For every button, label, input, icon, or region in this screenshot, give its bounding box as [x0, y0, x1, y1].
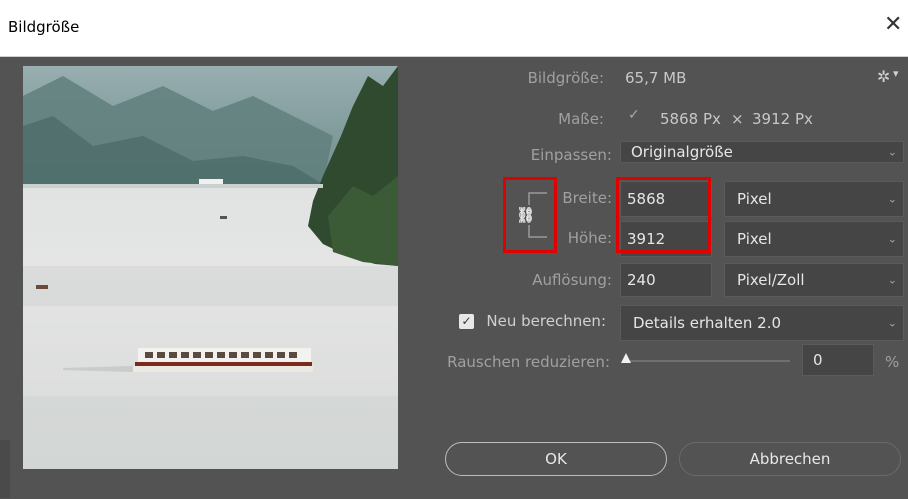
resolution-unit-select[interactable]: Pixel/Zoll ⌄: [724, 263, 904, 297]
ok-button[interactable]: OK: [445, 442, 667, 476]
noise-slider-track[interactable]: [622, 360, 790, 362]
resample-method-value: Details erhalten 2.0: [633, 314, 782, 332]
chevron-down-icon: ⌄: [887, 316, 897, 330]
resample-method-select[interactable]: Details erhalten 2.0 ⌄: [620, 305, 904, 341]
image-size-dialog: Bildgröße: 65,7 MB ✲ ▾ Maße: ✓ 5868 Px ×…: [0, 57, 908, 499]
height-px-value: 3912 Px: [752, 110, 813, 128]
chevron-down-icon: ⌄: [887, 232, 897, 246]
ok-button-label: OK: [545, 450, 567, 468]
fit-label: Einpassen:: [530, 146, 612, 164]
title-bar: Bildgröße ✕: [0, 0, 908, 57]
image-size-value: 65,7 MB: [625, 69, 687, 87]
noise-input[interactable]: 0: [802, 344, 874, 376]
noise-input-value: 0: [813, 351, 823, 369]
noise-unit: %: [885, 353, 900, 371]
cancel-button-label: Abbrechen: [749, 450, 831, 468]
chevron-down-icon: ⌄: [887, 192, 897, 206]
window-title: Bildgröße: [8, 18, 80, 36]
fit-select-value: Originalgröße: [631, 143, 733, 161]
chevron-down-icon[interactable]: ✓: [628, 107, 640, 123]
width-unit-value: Pixel: [737, 190, 772, 208]
height-unit-select[interactable]: Pixel ⌄: [724, 221, 904, 257]
width-px-value: 5868 Px: [660, 110, 721, 128]
noise-label: Rauschen reduzieren:: [447, 353, 610, 371]
chevron-down-icon: ⌄: [887, 145, 897, 159]
preview-photo: [23, 66, 398, 469]
chevron-down-icon: ⌄: [887, 273, 897, 287]
resample-checkbox[interactable]: ✓: [459, 314, 474, 329]
times-symbol: ×: [731, 110, 744, 128]
cancel-button[interactable]: Abbrechen: [679, 442, 901, 476]
image-size-label: Bildgröße:: [527, 69, 604, 87]
dimensions-label: Maße:: [558, 110, 604, 128]
width-unit-select[interactable]: Pixel ⌄: [724, 181, 904, 217]
left-edge-strip: [0, 440, 10, 498]
width-label: Breite:: [562, 189, 612, 207]
height-label: Höhe:: [567, 229, 612, 247]
noise-slider-handle[interactable]: [620, 352, 632, 364]
height-unit-value: Pixel: [737, 230, 772, 248]
chain-link-icon[interactable]: ⛓: [516, 206, 535, 224]
resolution-input[interactable]: 240: [620, 263, 712, 297]
image-preview[interactable]: [23, 66, 398, 469]
resolution-unit-value: Pixel/Zoll: [737, 271, 805, 289]
resample-label: Neu berechnen:: [486, 312, 606, 330]
resolution-input-value: 240: [627, 271, 656, 289]
fit-select[interactable]: Originalgröße ⌄: [620, 141, 904, 163]
gear-menu-chevron-icon[interactable]: ▾: [893, 67, 899, 80]
gear-icon[interactable]: ✲: [877, 67, 890, 86]
dimension-fields-highlight-box: [616, 177, 711, 253]
resolution-label: Auflösung:: [532, 271, 612, 289]
close-icon[interactable]: ✕: [884, 14, 902, 36]
